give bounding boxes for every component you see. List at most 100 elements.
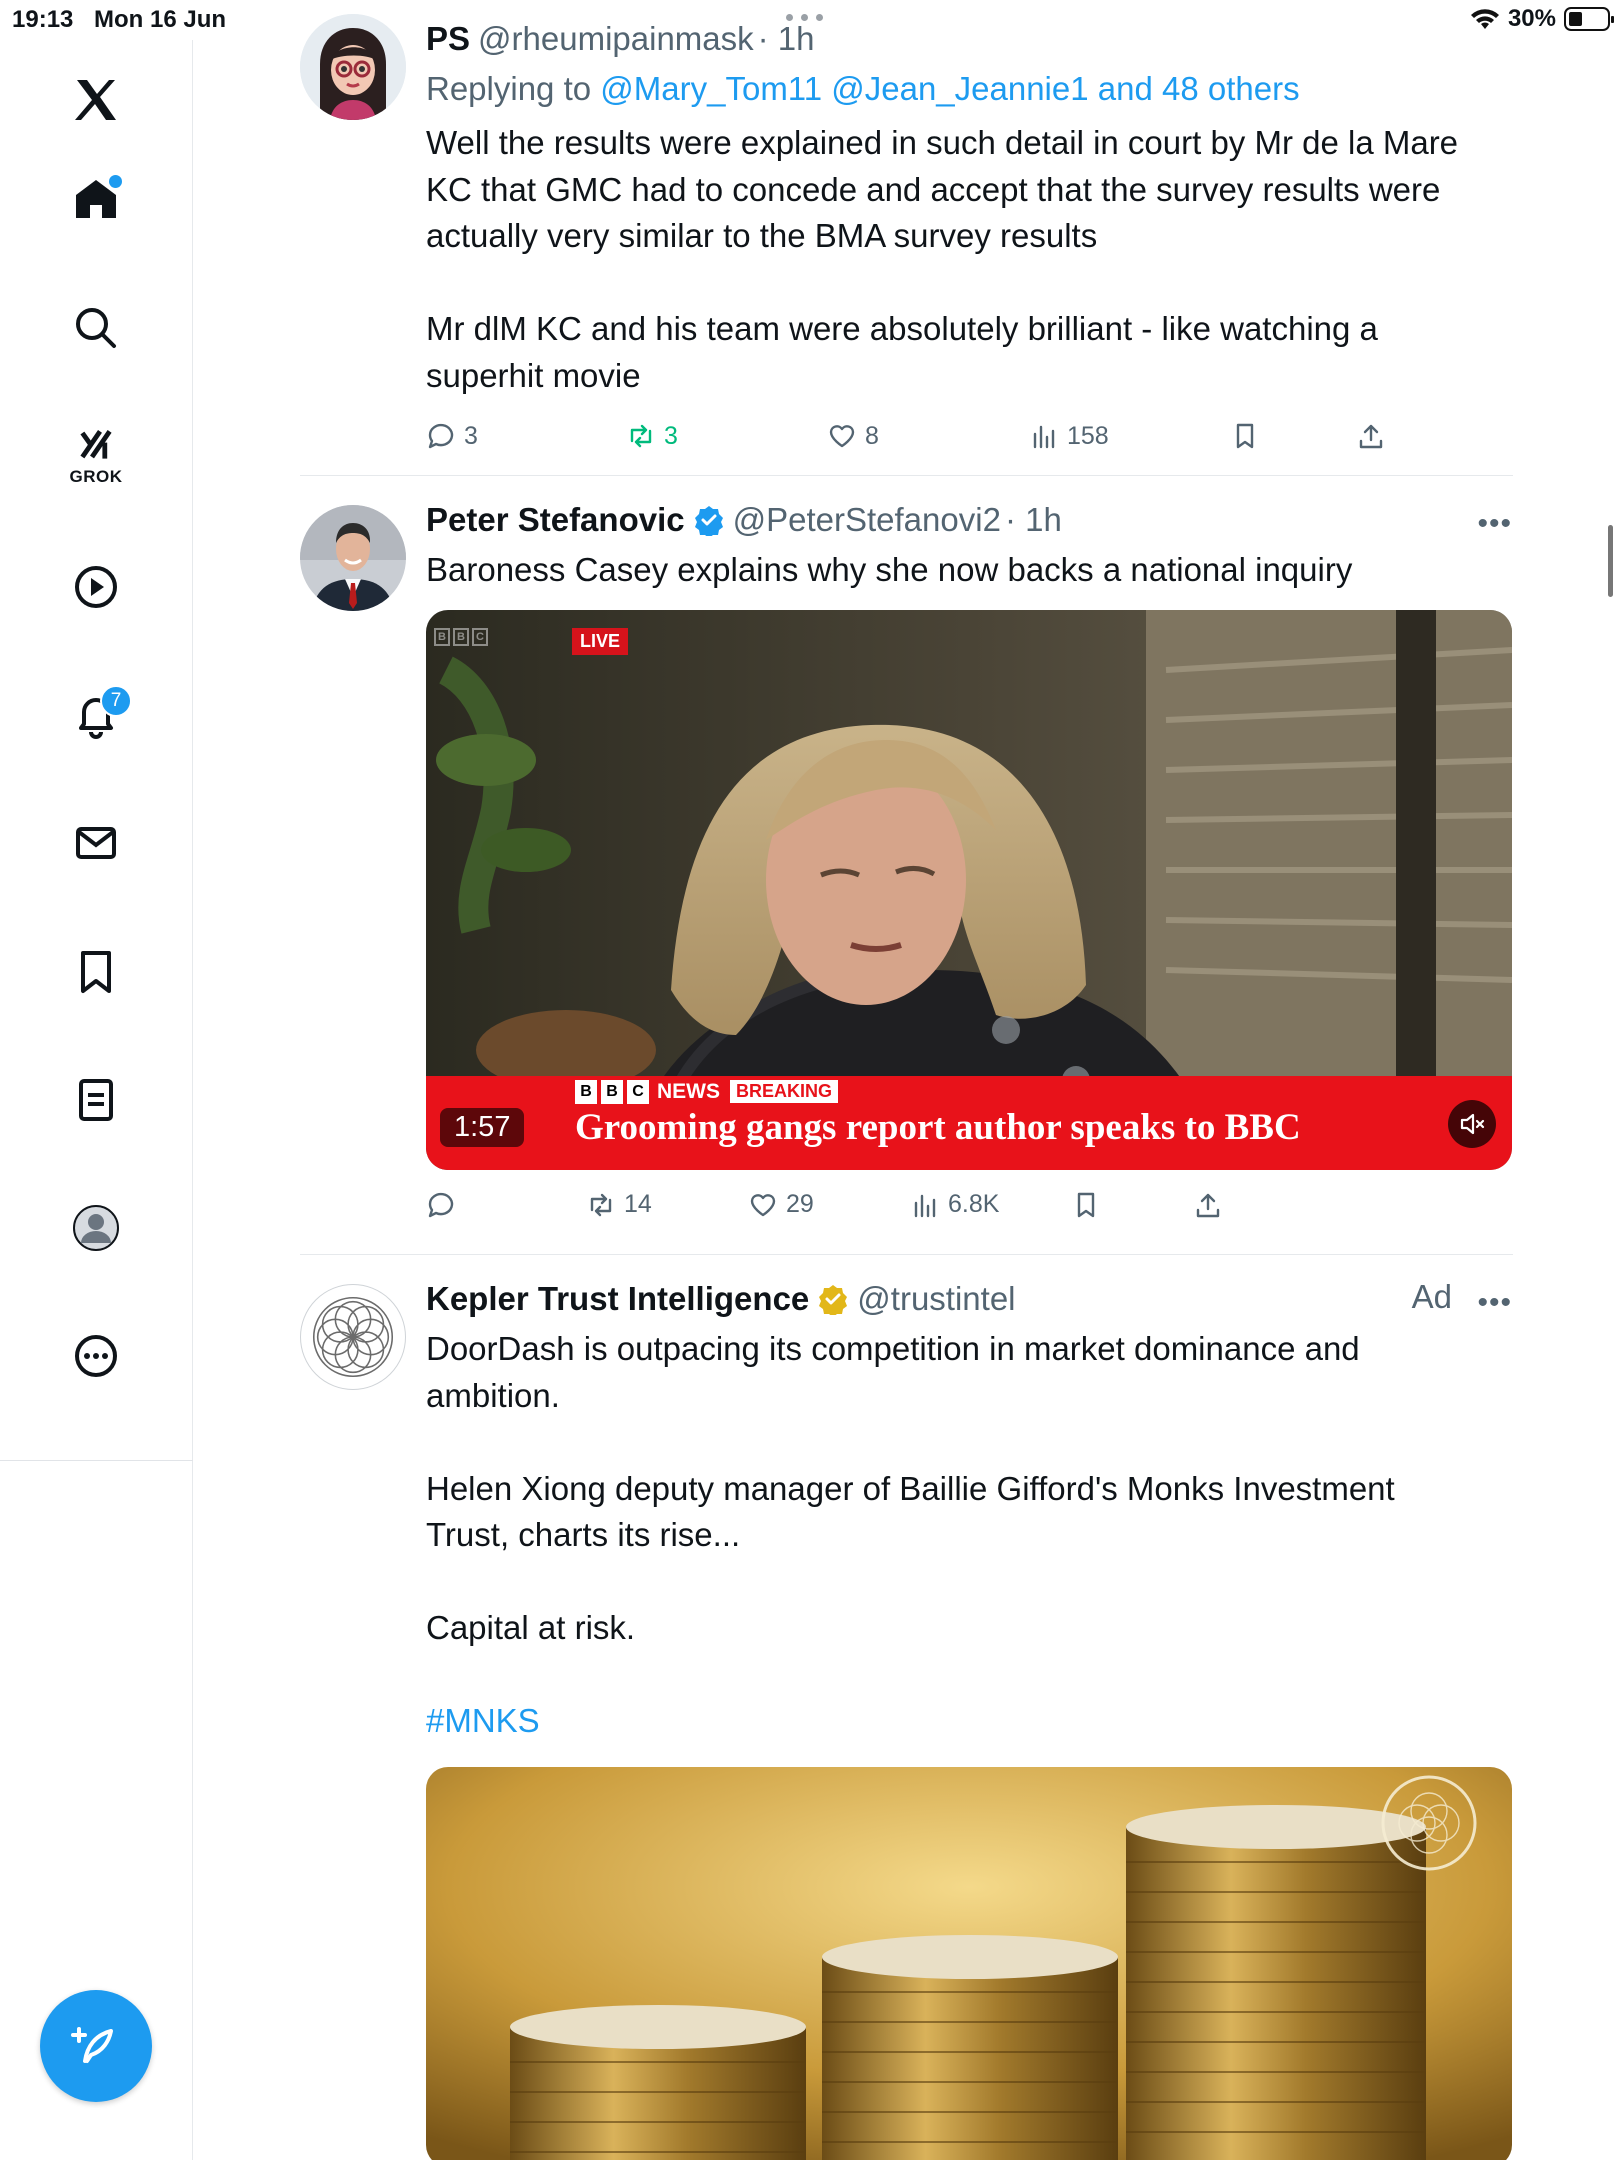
views-chart-icon	[914, 1194, 936, 1217]
home-icon[interactable]	[56, 159, 136, 239]
hashtag-link[interactable]: #MNKS	[426, 1698, 1512, 1745]
like-button[interactable]: 8	[827, 411, 879, 461]
muted-speaker-icon	[1460, 1113, 1485, 1134]
tweet-actions: 3 3 8 158	[426, 411, 1512, 461]
bbc-letter: B	[601, 1079, 623, 1104]
ad-label: Ad	[1411, 1278, 1452, 1315]
bookmark-button[interactable]	[1071, 1180, 1101, 1230]
view-count: 6.8K	[948, 1190, 1000, 1218]
tweet-text-line	[426, 1419, 1512, 1466]
live-badge: LIVE	[572, 627, 629, 655]
tweet-text: Baroness Casey explains why she now back…	[426, 547, 1512, 594]
bbc-watermark-logo: BBC	[434, 627, 488, 646]
views-chart-icon	[1033, 425, 1055, 449]
tweet[interactable]: PS @rheumipainmask · 1h Replying to @Mar…	[300, 14, 1513, 454]
replying-to-links[interactable]: @Mary_Tom11 @Jean_Jeannie1 and 48 others	[600, 70, 1299, 107]
tweet-text-line	[426, 260, 1512, 307]
like-count: 29	[786, 1190, 814, 1218]
verified-gold-icon	[819, 1285, 848, 1315]
tweet-text-line: KC that GMC had to concede and accept th…	[426, 170, 1441, 208]
timestamp[interactable]: · 1h	[758, 20, 815, 58]
profile-avatar-icon[interactable]	[56, 1188, 136, 1268]
mute-button[interactable]	[1448, 1099, 1496, 1148]
grok-icon	[80, 430, 112, 459]
more-options-icon[interactable]: •••	[1477, 1286, 1512, 1320]
tweet-divider	[300, 475, 1513, 476]
grok-nav[interactable]: GROK	[56, 416, 136, 496]
more-options-icon[interactable]: •••	[1477, 507, 1512, 541]
bookmark-button[interactable]	[1230, 411, 1260, 461]
notifications-icon[interactable]: 7	[56, 675, 136, 755]
scrollbar-thumb[interactable]	[1608, 525, 1613, 597]
display-name[interactable]: Peter Stefanovic	[426, 501, 685, 539]
view-count: 158	[1067, 421, 1109, 450]
sidebar: GROK 7	[0, 40, 193, 2160]
search-icon[interactable]	[56, 288, 136, 368]
share-button[interactable]	[1356, 411, 1386, 461]
like-button[interactable]: 29	[748, 1180, 814, 1230]
x-logo-icon[interactable]	[56, 60, 136, 140]
reply-button[interactable]	[426, 1180, 456, 1230]
heart-icon	[829, 425, 855, 448]
heart-icon	[750, 1193, 776, 1216]
messages-icon[interactable]	[56, 803, 136, 883]
tweet-header: PS @rheumipainmask · 1h	[426, 14, 1512, 64]
breaking-label: BREAKING	[730, 1080, 839, 1103]
tweet-text-line: Mr dlM KC and his team were absolutely b…	[426, 310, 1378, 347]
reply-icon	[428, 423, 454, 449]
timestamp[interactable]: · 1h	[1005, 501, 1062, 539]
video-player[interactable]: BBC LIVE B B C NEWS BREAKING 1:57 Groomi…	[426, 609, 1512, 1170]
handle[interactable]: @trustintel	[857, 1280, 1015, 1318]
avatar[interactable]	[300, 505, 406, 611]
reply-count: 3	[464, 421, 478, 450]
views-button[interactable]: 158	[1029, 411, 1109, 461]
video-icon[interactable]	[56, 547, 136, 627]
avatar[interactable]	[300, 14, 406, 120]
display-name[interactable]: PS	[426, 20, 470, 58]
bookmarks-icon[interactable]	[56, 932, 136, 1012]
share-button[interactable]	[1193, 1180, 1223, 1230]
tweet-ad[interactable]: Kepler Trust Intelligence @trustintel Ad…	[300, 1274, 1513, 2160]
bbc-news-strip: B B C NEWS BREAKING	[575, 1079, 839, 1104]
retweet-icon	[590, 1193, 612, 1216]
home-unread-dot	[109, 175, 122, 188]
grok-label: GROK	[69, 467, 123, 486]
retweet-button[interactable]: 14	[586, 1180, 652, 1230]
verified-blue-icon	[694, 506, 723, 536]
more-options-icon[interactable]	[56, 1316, 136, 1396]
retweet-icon	[630, 424, 652, 448]
notifications-badge: 7	[100, 685, 132, 717]
tweet-body: Peter Stefanovic @PeterStefanovi2 · 1h •…	[426, 495, 1512, 1230]
status-time: 19:13	[12, 6, 74, 33]
tweet-text-line: actually very similar to the BMA survey …	[426, 217, 1098, 254]
avatar[interactable]	[300, 1284, 406, 1390]
retweet-button[interactable]: 3	[626, 411, 678, 461]
compose-button[interactable]	[40, 1990, 152, 2102]
lists-icon[interactable]	[56, 1060, 136, 1140]
handle[interactable]: @rheumipainmask	[478, 20, 754, 58]
tweet-text-line: DoorDash is outpacing its competition in…	[426, 1330, 1360, 1367]
bbc-letter: B	[575, 1079, 597, 1104]
sidebar-divider	[0, 1460, 193, 1461]
tweet-header: Peter Stefanovic @PeterStefanovi2 · 1h	[426, 495, 1512, 545]
news-word: NEWS	[657, 1079, 720, 1103]
handle[interactable]: @PeterStefanovi2	[733, 501, 1001, 539]
tweet-text-line: Well the results were explained in such …	[426, 124, 1459, 161]
retweet-count: 14	[624, 1190, 652, 1218]
retweet-count: 3	[664, 421, 678, 450]
tweet-text: Well the results were explained in such …	[426, 120, 1512, 399]
display-name[interactable]: Kepler Trust Intelligence	[426, 1280, 809, 1318]
tweet-actions: 14 29 6.8K	[426, 1180, 1512, 1230]
reply-icon	[428, 1192, 454, 1217]
views-button[interactable]: 6.8K	[910, 1180, 999, 1230]
reply-button[interactable]: 3	[426, 411, 478, 461]
news-lower-third: B B C NEWS BREAKING 1:57 Grooming gangs …	[426, 1075, 1512, 1170]
tweet-text-line	[426, 1559, 1512, 1606]
tweet-text-line: superhit movie	[426, 356, 641, 394]
tweet[interactable]: Peter Stefanovic @PeterStefanovi2 · 1h •…	[300, 495, 1513, 1220]
like-count: 8	[865, 421, 879, 450]
tweet-text: DoorDash is outpacing its competition in…	[426, 1326, 1512, 1745]
ad-image[interactable]	[426, 1766, 1512, 2160]
tweet-text-line: Helen Xiong deputy manager of Baillie Gi…	[426, 1469, 1395, 1507]
tweet-text-line: Trust, charts its rise...	[426, 1516, 741, 1553]
